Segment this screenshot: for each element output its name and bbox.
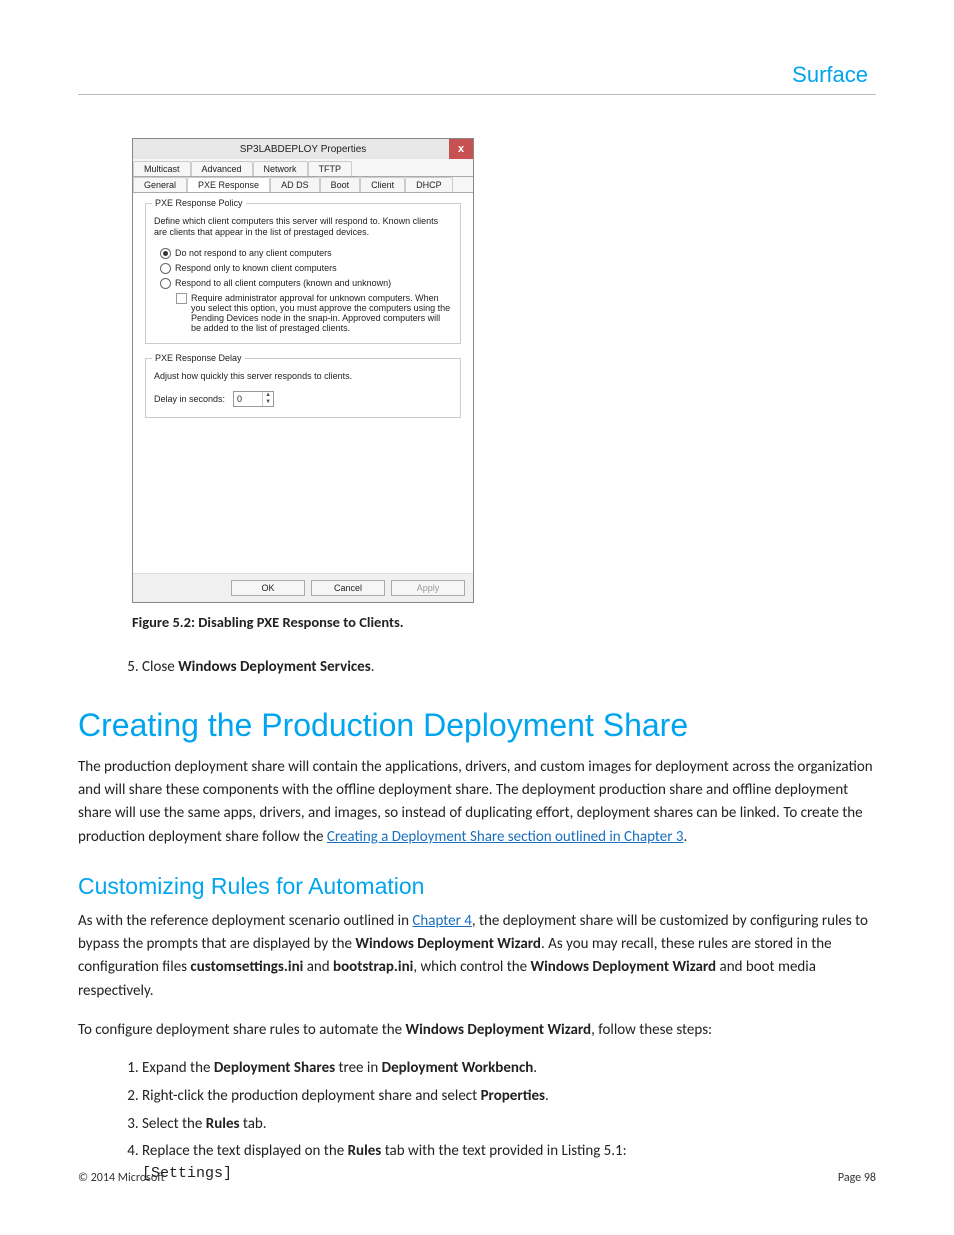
tab-row-1: Multicast Advanced Network TFTP: [133, 159, 473, 177]
tab-general[interactable]: General: [133, 177, 187, 192]
figure-caption: Figure 5.2: Disabling PXE Response to Cl…: [132, 613, 876, 631]
dialog-title: SP3LABDEPLOY Properties: [240, 144, 367, 155]
approval-checkbox-row[interactable]: Require administrator approval for unkno…: [176, 293, 452, 333]
checkbox-icon: [176, 293, 187, 304]
pxe-response-delay-group: PXE Response Delay Adjust how quickly th…: [145, 358, 461, 419]
para-production-share: The production deployment share will con…: [78, 756, 876, 849]
step-5: Close Windows Deployment Services.: [142, 657, 876, 679]
close-icon[interactable]: x: [449, 139, 473, 159]
heading-customizing-rules: Customizing Rules for Automation: [78, 873, 876, 900]
tab-row-2: General PXE Response AD DS Boot Client D…: [133, 177, 473, 193]
chevron-down-icon[interactable]: ▼: [263, 399, 273, 406]
footer-page: Page 98: [838, 1171, 876, 1185]
radio-icon: [160, 263, 171, 274]
apply-button[interactable]: Apply: [391, 580, 465, 596]
delay-value: 0: [234, 392, 262, 406]
tab-advanced[interactable]: Advanced: [191, 161, 253, 176]
tab-client[interactable]: Client: [360, 177, 405, 192]
radio-label: Respond only to known client computers: [175, 263, 337, 273]
radio-all-clients[interactable]: Respond to all client computers (known a…: [160, 278, 452, 289]
link-chapter-4[interactable]: Chapter 4: [412, 912, 471, 930]
policy-description: Define which client computers this serve…: [154, 216, 452, 238]
tab-dhcp[interactable]: DHCP: [405, 177, 453, 192]
step-list-top: Close Windows Deployment Services.: [78, 657, 876, 679]
delay-label: Delay in seconds:: [154, 394, 225, 404]
radio-label: Respond to all client computers (known a…: [175, 278, 391, 288]
delay-description: Adjust how quickly this server responds …: [154, 371, 452, 382]
checkbox-label: Require administrator approval for unkno…: [191, 293, 452, 333]
radio-icon: [160, 278, 171, 289]
tab-pxe-response[interactable]: PXE Response: [187, 177, 270, 192]
radio-icon: [160, 248, 171, 259]
chevron-up-icon[interactable]: ▲: [263, 392, 273, 399]
delay-row: Delay in seconds: 0 ▲ ▼: [154, 391, 452, 407]
delay-legend: PXE Response Delay: [152, 353, 245, 363]
radio-known-only[interactable]: Respond only to known client computers: [160, 263, 452, 274]
step-list-bottom: Expand the Deployment Shares tree in Dep…: [78, 1058, 876, 1185]
brand-text: Surface: [792, 62, 868, 88]
para-rules-1: As with the reference deployment scenari…: [78, 910, 876, 1003]
cancel-button[interactable]: Cancel: [311, 580, 385, 596]
header-divider: [78, 94, 876, 95]
tab-tftp[interactable]: TFTP: [308, 161, 353, 176]
pxe-response-policy-group: PXE Response Policy Define which client …: [145, 203, 461, 344]
radio-label: Do not respond to any client computers: [175, 248, 332, 258]
dialog-titlebar: SP3LABDEPLOY Properties x: [133, 139, 473, 159]
step-1: Expand the Deployment Shares tree in Dep…: [142, 1058, 876, 1080]
step-2: Right-click the production deployment sh…: [142, 1086, 876, 1108]
tab-multicast[interactable]: Multicast: [133, 161, 191, 176]
link-chapter-3[interactable]: Creating a Deployment Share section outl…: [327, 828, 684, 846]
tab-network[interactable]: Network: [253, 161, 308, 176]
radio-do-not-respond[interactable]: Do not respond to any client computers: [160, 248, 452, 259]
step-3: Select the Rules tab.: [142, 1114, 876, 1136]
ok-button[interactable]: OK: [231, 580, 305, 596]
dialog-button-row: OK Cancel Apply: [133, 573, 473, 602]
para-rules-2: To configure deployment share rules to a…: [78, 1019, 876, 1042]
properties-dialog: SP3LABDEPLOY Properties x Multicast Adva…: [132, 138, 474, 603]
delay-stepper[interactable]: 0 ▲ ▼: [233, 391, 274, 407]
policy-legend: PXE Response Policy: [152, 198, 246, 208]
dialog-body: PXE Response Policy Define which client …: [133, 193, 473, 573]
tab-ad-ds[interactable]: AD DS: [270, 177, 320, 192]
tab-boot[interactable]: Boot: [320, 177, 361, 192]
footer-copyright: © 2014 Microsoft: [78, 1171, 165, 1185]
heading-creating-share: Creating the Production Deployment Share: [78, 707, 876, 744]
